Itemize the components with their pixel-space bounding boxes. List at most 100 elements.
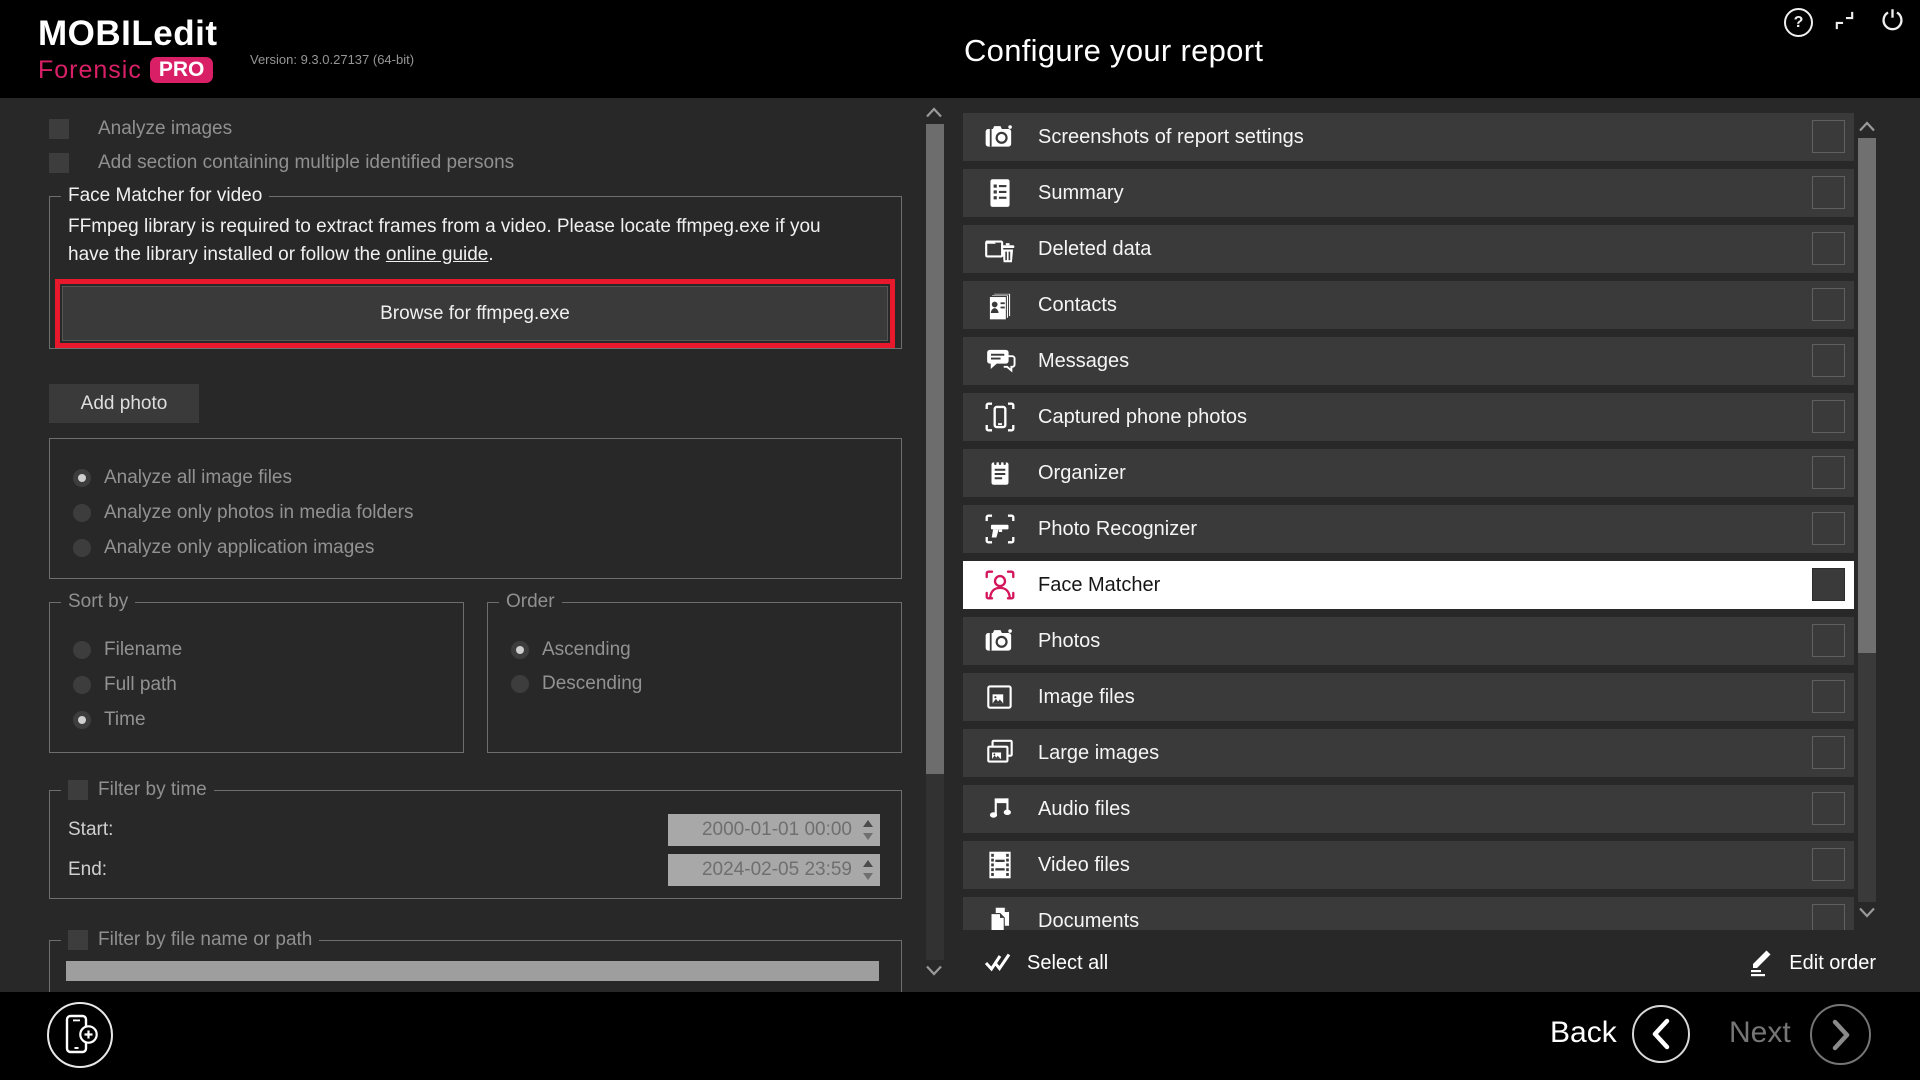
end-spinner[interactable] — [860, 857, 876, 883]
right-scrollbar-thumb[interactable] — [1858, 138, 1876, 653]
end-datetime-input[interactable]: 2024-02-05 23:59 — [668, 854, 880, 886]
sort-by-legend: Sort by — [61, 591, 135, 613]
left-scroll-up-icon[interactable] — [924, 106, 944, 119]
report-section-label: Video files — [1038, 854, 1130, 877]
report-section-row[interactable]: Messages — [963, 337, 1854, 385]
start-spinner[interactable] — [860, 817, 876, 843]
report-section-checkbox[interactable] — [1812, 120, 1845, 153]
analyze-all-row: Analyze all image files — [73, 464, 292, 492]
messages-icon — [982, 344, 1018, 378]
double-check-icon — [983, 948, 1013, 978]
report-section-row[interactable]: Face Matcher — [963, 561, 1854, 609]
report-section-label: Contacts — [1038, 294, 1117, 317]
analyze-app-radio[interactable] — [73, 539, 91, 557]
edit-order-label: Edit order — [1789, 952, 1876, 975]
order-ascending-radio[interactable] — [511, 641, 529, 659]
right-scroll-up-icon[interactable] — [1857, 120, 1877, 133]
report-section-row[interactable]: Large images — [963, 729, 1854, 777]
report-section-checkbox[interactable] — [1812, 624, 1845, 657]
multiple-persons-checkbox[interactable] — [49, 153, 69, 173]
sort-fullpath-label: Full path — [104, 674, 177, 696]
report-section-checkbox[interactable] — [1812, 736, 1845, 769]
report-section-label: Summary — [1038, 182, 1124, 205]
report-section-label: Image files — [1038, 686, 1135, 709]
report-section-checkbox[interactable] — [1812, 680, 1845, 713]
start-datetime-value: 2000-01-01 00:00 — [702, 819, 852, 841]
report-section-checkbox[interactable] — [1812, 456, 1845, 489]
back-label[interactable]: Back — [1550, 1016, 1617, 1050]
report-section-checkbox[interactable] — [1812, 568, 1845, 601]
report-section-checkbox[interactable] — [1812, 344, 1845, 377]
report-section-row[interactable]: Image files — [963, 673, 1854, 721]
report-section-row[interactable]: Organizer — [963, 449, 1854, 497]
captured-phone-icon — [982, 400, 1018, 434]
red-highlight-box: Browse for ffmpeg.exe — [55, 279, 895, 348]
report-section-label: Deleted data — [1038, 238, 1151, 261]
report-section-checkbox[interactable] — [1812, 904, 1845, 930]
report-section-checkbox[interactable] — [1812, 176, 1845, 209]
report-section-row[interactable]: Captured phone photos — [963, 393, 1854, 441]
large-images-icon — [982, 736, 1018, 770]
online-guide-link[interactable]: online guide — [386, 244, 488, 265]
report-section-row[interactable]: Video files — [963, 841, 1854, 889]
sort-time-radio[interactable] — [73, 711, 91, 729]
analyze-all-label: Analyze all image files — [104, 467, 292, 489]
video-icon — [982, 848, 1018, 882]
select-all-button[interactable]: Select all — [983, 948, 1108, 978]
back-button[interactable] — [1632, 1005, 1690, 1063]
analyze-images-checkbox[interactable] — [49, 119, 69, 139]
report-section-row[interactable]: Contacts — [963, 281, 1854, 329]
report-section-checkbox[interactable] — [1812, 848, 1845, 881]
report-section-label: Messages — [1038, 350, 1129, 373]
report-section-row[interactable]: Screenshots of report settings — [963, 113, 1854, 161]
edit-pencil-icon — [1745, 948, 1775, 978]
sort-by-group: Sort by Filename Full path Time — [49, 602, 464, 753]
next-label[interactable]: Next — [1729, 1016, 1791, 1050]
report-section-row[interactable]: Audio files — [963, 785, 1854, 833]
report-section-checkbox[interactable] — [1812, 400, 1845, 433]
report-section-row[interactable]: Photo Recognizer — [963, 505, 1854, 553]
help-icon[interactable]: ? — [1784, 8, 1813, 37]
report-section-checkbox[interactable] — [1812, 792, 1845, 825]
analyze-media-radio[interactable] — [73, 504, 91, 522]
left-scroll-down-icon[interactable] — [924, 964, 944, 977]
bottom-bar: Back Next — [0, 992, 1920, 1080]
right-scroll-down-icon[interactable] — [1857, 906, 1877, 919]
report-section-label: Face Matcher — [1038, 574, 1160, 597]
left-scrollbar-thumb[interactable] — [926, 124, 944, 774]
report-section-row[interactable]: Documents — [963, 897, 1854, 930]
analyze-media-row: Analyze only photos in media folders — [73, 499, 413, 527]
analyze-all-radio[interactable] — [73, 469, 91, 487]
filter-name-checkbox[interactable] — [68, 930, 88, 950]
analyze-media-label: Analyze only photos in media folders — [104, 502, 413, 524]
resize-icon[interactable] — [1832, 8, 1857, 33]
connect-phone-button[interactable] — [47, 1002, 113, 1068]
camera-icon — [982, 120, 1018, 154]
browse-ffmpeg-button[interactable]: Browse for ffmpeg.exe — [62, 286, 888, 341]
sort-filename-label: Filename — [104, 639, 182, 661]
next-button[interactable] — [1810, 1004, 1871, 1065]
order-descending-radio[interactable] — [511, 675, 529, 693]
report-section-row[interactable]: Summary — [963, 169, 1854, 217]
report-section-label: Audio files — [1038, 798, 1130, 821]
report-section-label: Photos — [1038, 630, 1100, 653]
filter-name-input[interactable] — [66, 961, 879, 981]
report-section-checkbox[interactable] — [1812, 232, 1845, 265]
report-section-label: Large images — [1038, 742, 1159, 765]
start-datetime-input[interactable]: 2000-01-01 00:00 — [668, 814, 880, 846]
report-section-row[interactable]: Photos — [963, 617, 1854, 665]
power-icon[interactable] — [1880, 7, 1905, 32]
report-section-checkbox[interactable] — [1812, 512, 1845, 545]
report-section-label: Screenshots of report settings — [1038, 126, 1304, 149]
edit-order-button[interactable]: Edit order — [1745, 948, 1876, 978]
sort-time-row: Time — [73, 706, 146, 734]
filter-time-checkbox[interactable] — [68, 780, 88, 800]
report-section-list: Screenshots of report settings Summary D… — [963, 113, 1854, 930]
add-photo-button[interactable]: Add photo — [49, 384, 199, 423]
report-section-checkbox[interactable] — [1812, 288, 1845, 321]
sort-fullpath-radio[interactable] — [73, 676, 91, 694]
multiple-persons-label: Add section containing multiple identifi… — [98, 152, 514, 174]
top-bar: MOBILedit Forensic PRO Version: 9.3.0.27… — [0, 0, 1920, 98]
sort-filename-radio[interactable] — [73, 641, 91, 659]
report-section-row[interactable]: Deleted data — [963, 225, 1854, 273]
